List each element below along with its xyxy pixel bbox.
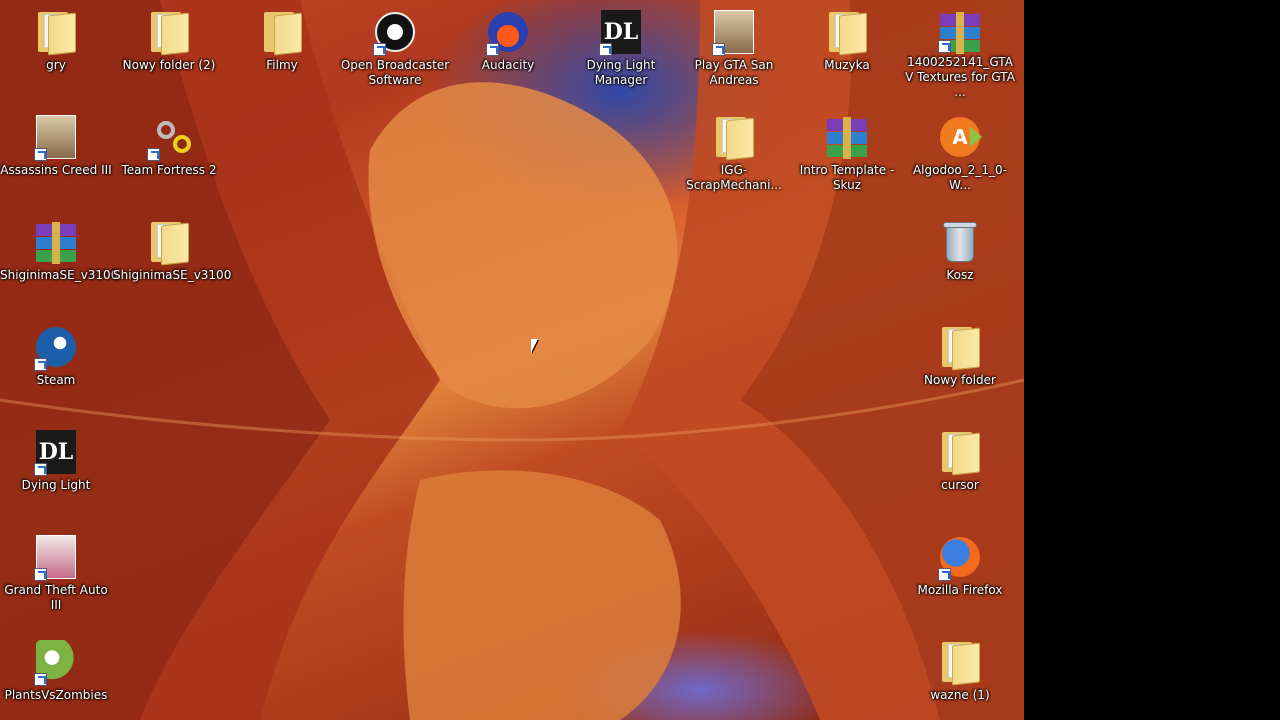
folder-icon bbox=[710, 113, 758, 161]
icon-label: Grand Theft Auto III bbox=[4, 583, 108, 612]
folder-icon bbox=[32, 8, 80, 56]
desktop-icon-audacity[interactable]: Audacity bbox=[452, 0, 564, 100]
gta-sa-icon bbox=[710, 8, 758, 56]
icon-label: Algodoo_2_1_0-W... bbox=[912, 163, 1008, 192]
letterbox-black-bar bbox=[1024, 0, 1280, 720]
obs-icon bbox=[371, 8, 419, 56]
shortcut-arrow-icon bbox=[712, 43, 725, 56]
desktop-icon-shiginimase-archive[interactable]: ShiginimaSE_v3100 bbox=[0, 210, 119, 310]
icon-label: Kosz bbox=[946, 268, 974, 282]
icon-label: wazne (1) bbox=[930, 688, 990, 702]
folder-icon bbox=[145, 8, 193, 56]
desktop-icon-dying-light-manager[interactable]: DL Dying Light Manager bbox=[565, 0, 677, 100]
icon-label: Intro Template - Skuz bbox=[799, 163, 895, 192]
shortcut-arrow-icon bbox=[34, 463, 47, 476]
mouse-pointer-icon bbox=[531, 339, 538, 353]
icon-label: Team Fortress 2 bbox=[121, 163, 217, 177]
icon-label: Audacity bbox=[481, 58, 535, 72]
shortcut-arrow-icon bbox=[34, 568, 47, 581]
shortcut-arrow-icon bbox=[34, 673, 47, 686]
icon-label: ShiginimaSE_v3100 bbox=[113, 268, 232, 282]
desktop-icon-plants-vs-zombies[interactable]: PlantsVsZombies bbox=[0, 630, 112, 720]
icon-label: PlantsVsZombies bbox=[4, 688, 108, 702]
shortcut-arrow-icon bbox=[938, 568, 951, 581]
tf2-icon bbox=[145, 113, 193, 161]
archive-icon bbox=[823, 113, 871, 161]
desktop-icon-play-gta-san-andreas[interactable]: Play GTA San Andreas bbox=[678, 0, 790, 100]
icon-label: Steam bbox=[36, 373, 76, 387]
folder-icon bbox=[823, 8, 871, 56]
shortcut-arrow-icon bbox=[34, 148, 47, 161]
icon-label: ShiginimaSE_v3100 bbox=[0, 268, 119, 282]
desktop-icon-gta-v-textures[interactable]: 1400252141_GTA V Textures for GTA ... bbox=[904, 0, 1016, 100]
folder-icon bbox=[145, 218, 193, 266]
icon-label: Dying Light bbox=[21, 478, 91, 492]
desktop-icon-nowy-folder-2[interactable]: Nowy folder (2) bbox=[113, 0, 225, 100]
folder-icon bbox=[258, 8, 306, 56]
shortcut-arrow-icon bbox=[938, 40, 951, 53]
icon-label: Muzyka bbox=[824, 58, 870, 72]
desktop-icon-steam[interactable]: Steam bbox=[0, 315, 112, 415]
desktop-icon-shiginimase-folder[interactable]: ShiginimaSE_v3100 bbox=[113, 210, 232, 310]
icon-label: Dying Light Manager bbox=[586, 58, 656, 87]
icon-label: Open Broadcaster Software bbox=[340, 58, 450, 87]
archive-icon bbox=[936, 8, 984, 54]
folder-icon bbox=[936, 323, 984, 371]
desktop-icon-kosz[interactable]: Kosz bbox=[904, 210, 1016, 310]
audacity-icon bbox=[484, 8, 532, 56]
desktop-icon-gta-iii[interactable]: Grand Theft Auto III bbox=[0, 525, 112, 625]
steam-icon bbox=[32, 323, 80, 371]
icon-label: Filmy bbox=[266, 58, 298, 72]
shortcut-arrow-icon bbox=[599, 43, 612, 56]
algodoo-icon bbox=[936, 113, 984, 161]
icon-label: IGG-ScrapMechani... bbox=[686, 163, 782, 192]
desktop-icon-muzyka[interactable]: Muzyka bbox=[791, 0, 903, 100]
folder-icon bbox=[936, 638, 984, 686]
icon-label: Play GTA San Andreas bbox=[694, 58, 774, 87]
folder-icon bbox=[936, 428, 984, 476]
desktop-icon-wazne-1[interactable]: wazne (1) bbox=[904, 630, 1016, 720]
desktop-icon-igg-scrapmechanic[interactable]: IGG-ScrapMechani... bbox=[678, 105, 790, 205]
desktop-icon-nowy-folder[interactable]: Nowy folder bbox=[904, 315, 1016, 415]
icon-label: Assassins Creed III bbox=[0, 163, 112, 177]
desktop-icon-mozilla-firefox[interactable]: Mozilla Firefox bbox=[904, 525, 1016, 625]
icon-label: Nowy folder bbox=[924, 373, 996, 387]
icon-label: Mozilla Firefox bbox=[917, 583, 1003, 597]
shortcut-arrow-icon bbox=[147, 148, 160, 161]
archive-icon bbox=[32, 218, 80, 266]
icon-label: cursor bbox=[941, 478, 979, 492]
shortcut-arrow-icon bbox=[34, 358, 47, 371]
desktop-icon-gry[interactable]: gry bbox=[0, 0, 112, 100]
desktop-icon-intro-template[interactable]: Intro Template - Skuz bbox=[791, 105, 903, 205]
desktop-icon-cursor-folder[interactable]: cursor bbox=[904, 420, 1016, 520]
gta3-icon bbox=[32, 533, 80, 581]
recycle-bin-icon bbox=[936, 218, 984, 266]
desktop-icon-filmy[interactable]: Filmy bbox=[226, 0, 338, 100]
icon-label: 1400252141_GTA V Textures for GTA ... bbox=[905, 55, 1015, 99]
desktop-icon-algodoo[interactable]: Algodoo_2_1_0-W... bbox=[904, 105, 1016, 205]
dying-light-icon: DL bbox=[32, 428, 80, 476]
icon-label: gry bbox=[46, 58, 66, 72]
assassins-creed-icon bbox=[32, 113, 80, 161]
desktop-icon-obs[interactable]: Open Broadcaster Software bbox=[339, 0, 451, 100]
desktop-icon-assassins-creed-iii[interactable]: Assassins Creed III bbox=[0, 105, 112, 205]
desktop-icon-team-fortress-2[interactable]: Team Fortress 2 bbox=[113, 105, 225, 205]
desktop-icon-dying-light[interactable]: DL Dying Light bbox=[0, 420, 112, 520]
shortcut-arrow-icon bbox=[486, 43, 499, 56]
dying-light-icon: DL bbox=[597, 8, 645, 56]
pvz-icon bbox=[32, 638, 80, 686]
icon-label: Nowy folder (2) bbox=[122, 58, 216, 72]
desktop[interactable]: gry Assassins Creed III ShiginimaSE_v310… bbox=[0, 0, 1024, 720]
firefox-icon bbox=[936, 533, 984, 581]
shortcut-arrow-icon bbox=[373, 43, 386, 56]
